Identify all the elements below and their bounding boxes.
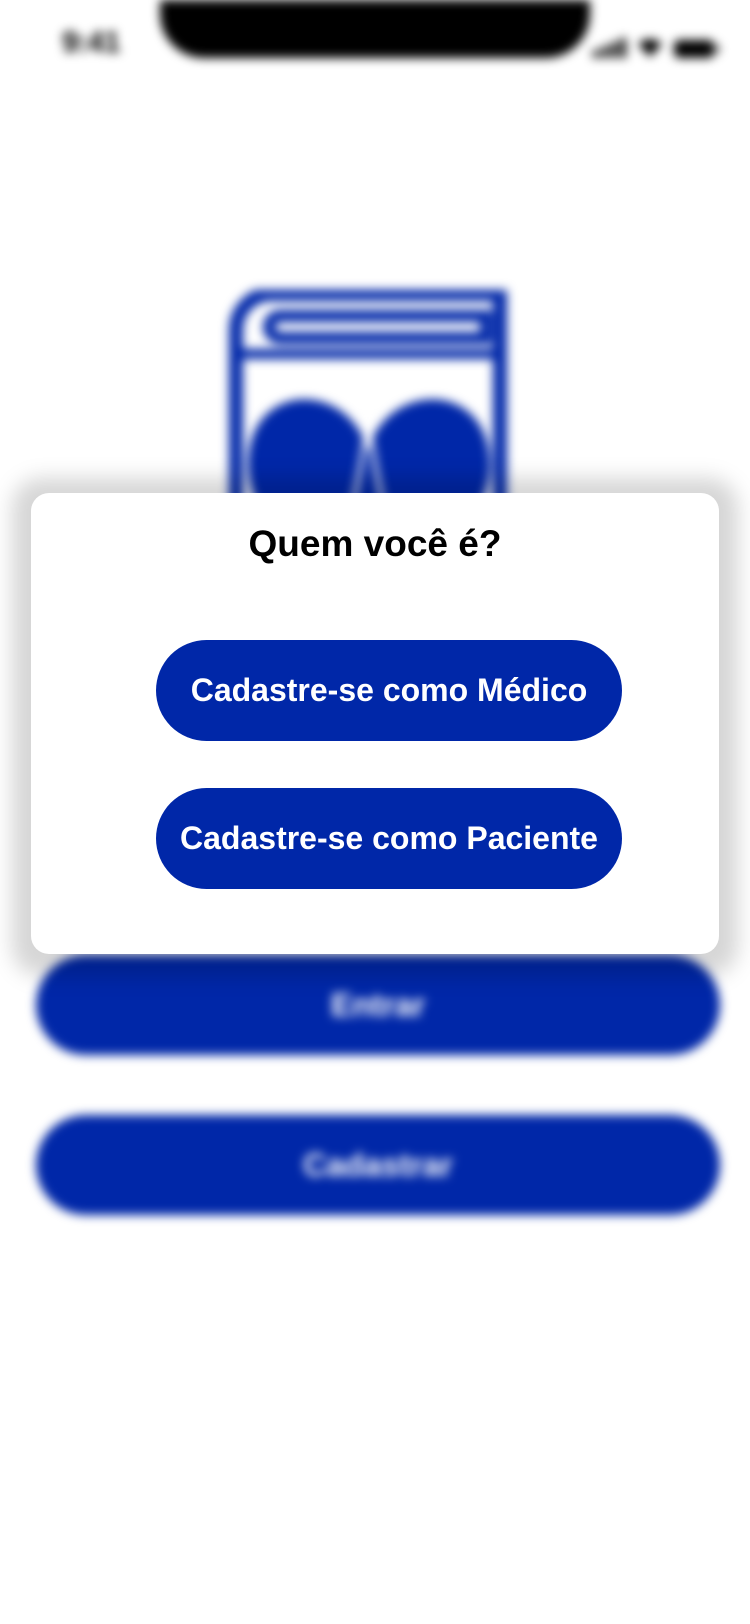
status-time: 9:41 (62, 26, 121, 59)
wifi-icon (638, 39, 662, 57)
register-as-patient-button[interactable]: Cadastre-se como Paciente (156, 788, 622, 889)
status-bar: 9:41 (0, 0, 750, 92)
cellular-signal-icon (593, 36, 626, 58)
role-selection-modal: Quem você é? Cadastre-se como Médico Cad… (31, 493, 719, 954)
app-screen: 9:41 Entrar Cadastrar Quem você é? Cadas… (0, 0, 750, 1624)
modal-title: Quem você é? (248, 523, 502, 564)
register-as-doctor-button[interactable]: Cadastre-se como Médico (156, 640, 622, 741)
status-icons (593, 32, 719, 58)
battery-icon (674, 40, 719, 58)
register-button: Cadastrar (36, 1115, 720, 1215)
device-notch (160, 0, 590, 58)
